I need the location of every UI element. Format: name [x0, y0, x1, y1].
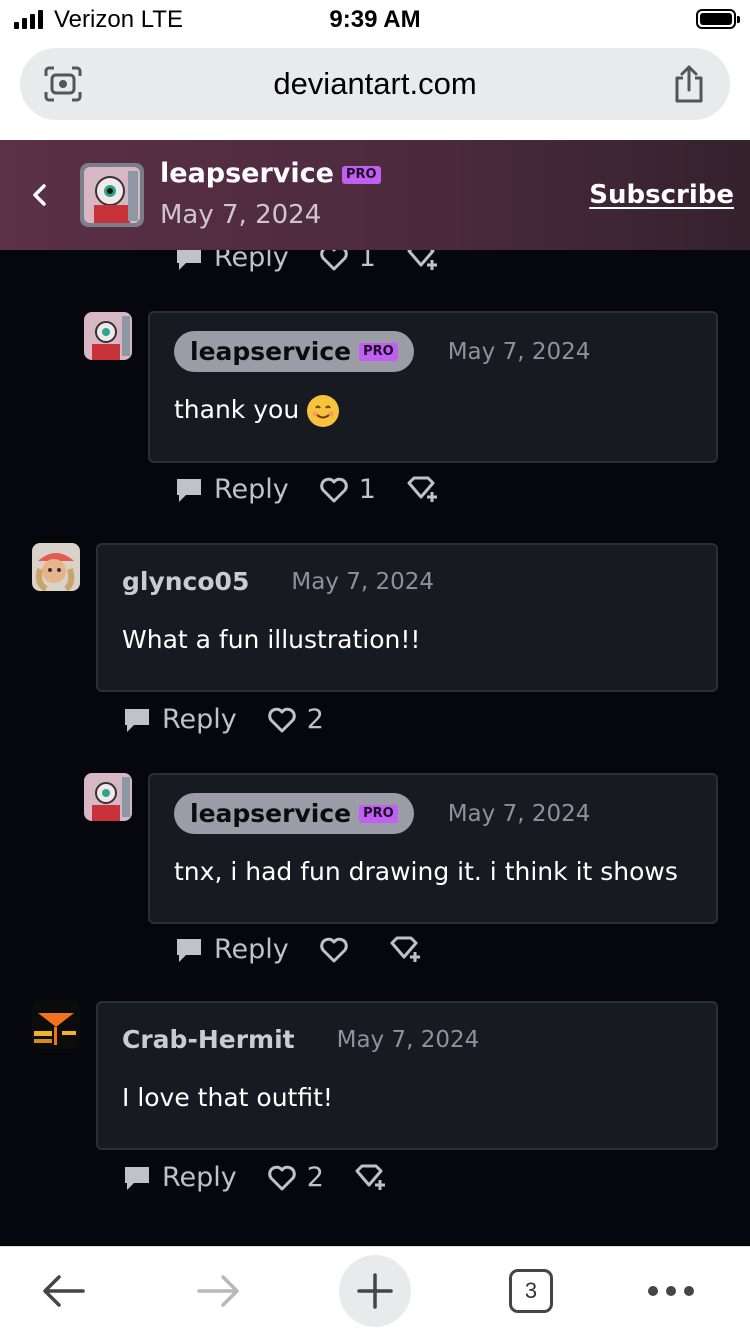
reply-label: Reply — [214, 934, 289, 965]
heart-icon — [267, 1165, 296, 1190]
author-name-row: leapservice PRO — [160, 158, 381, 189]
reply-button[interactable]: Reply — [122, 1162, 237, 1193]
reply-icon — [125, 708, 149, 732]
comment-meta: leapservice PRO May 7, 2024 — [174, 331, 590, 372]
like-count: 1 — [358, 474, 376, 505]
more-menu-button[interactable] — [640, 1247, 702, 1335]
reply-label: Reply — [214, 474, 289, 505]
glynco05-avatar-image — [32, 543, 80, 591]
reply-button[interactable]: Reply — [122, 704, 237, 735]
reply-button[interactable]: Reply — [174, 934, 289, 965]
badge-add-icon — [407, 476, 437, 502]
comment-card: leapservice PRO May 7, 2024 tnx, i had fu… — [148, 773, 718, 924]
award-button[interactable] — [354, 1163, 388, 1193]
like-count: 2 — [306, 1162, 324, 1193]
back-chevron-icon[interactable] — [28, 180, 52, 210]
arrow-right-icon — [197, 1275, 239, 1307]
comment-text: I love that outfit! — [122, 1083, 333, 1112]
subscribe-button[interactable]: Subscribe — [589, 180, 734, 210]
reply-icon — [177, 938, 201, 962]
comment-text: What a fun illustration!! — [122, 625, 421, 654]
back-button[interactable] — [30, 1247, 96, 1335]
comment-text-row: thank you — [174, 395, 340, 427]
browser-toolbar: 3 — [0, 1246, 750, 1335]
comment-username[interactable]: Crab-Hermit — [122, 1025, 295, 1054]
comment-author[interactable]: leapservice PRO — [174, 793, 414, 834]
like-button[interactable]: 1 — [319, 474, 376, 505]
leapservice-avatar-image — [84, 312, 132, 360]
more-dots-icon — [648, 1286, 694, 1296]
like-button[interactable]: 2 — [267, 1162, 324, 1193]
comment-actions: Reply — [174, 934, 453, 965]
reply-button[interactable]: Reply — [174, 474, 289, 505]
comment-date: May 7, 2024 — [291, 568, 434, 595]
author-username[interactable]: leapservice — [160, 158, 334, 189]
comment-card: leapservice PRO May 7, 2024 thank you — [148, 311, 718, 463]
reply-label: Reply — [162, 704, 237, 735]
like-count: 2 — [306, 704, 324, 735]
comment-username[interactable]: glynco05 — [122, 567, 249, 596]
share-icon[interactable] — [672, 64, 706, 104]
pro-badge: PRO — [359, 804, 398, 823]
reply-icon — [125, 1166, 149, 1190]
comment-text: thank you — [174, 395, 300, 424]
reply-label: Reply — [162, 1162, 237, 1193]
forward-button[interactable] — [186, 1247, 252, 1335]
heart-icon — [319, 937, 348, 962]
comment-actions: Reply 2 — [122, 1162, 418, 1193]
deviation-header: leapservice PRO May 7, 2024 Subscribe — [0, 140, 750, 250]
author-avatar[interactable] — [80, 163, 144, 227]
tabs-button[interactable]: 3 — [506, 1247, 556, 1335]
avatar[interactable] — [84, 773, 132, 821]
comment-card: Crab-Hermit May 7, 2024 I love that outf… — [96, 1001, 718, 1150]
avatar[interactable] — [32, 1001, 80, 1049]
comment-username: leapservice — [190, 799, 352, 828]
deviation-date: May 7, 2024 — [160, 200, 322, 230]
like-button[interactable] — [319, 936, 359, 964]
comment-author[interactable]: leapservice PRO — [174, 331, 414, 372]
tab-count: 3 — [509, 1269, 553, 1313]
comment-date: May 7, 2024 — [447, 338, 591, 365]
comment-username: leapservice — [190, 337, 352, 366]
comment-date: May 7, 2024 — [447, 800, 591, 827]
like-button[interactable]: 2 — [267, 704, 324, 735]
heart-icon — [267, 707, 296, 732]
comment-card: glynco05 May 7, 2024 What a fun illustra… — [96, 543, 718, 692]
crab-hermit-avatar-image — [32, 1001, 80, 1049]
battery-icon — [696, 9, 740, 29]
plus-icon — [339, 1255, 411, 1327]
status-bar: Verizon LTE 9:39 AM — [0, 0, 750, 40]
url-text[interactable]: deviantart.com — [20, 66, 730, 102]
comment-meta: leapservice PRO May 7, 2024 — [174, 793, 590, 834]
arrow-left-icon — [43, 1275, 85, 1307]
award-button[interactable] — [389, 935, 423, 965]
smiling-emoji-icon — [307, 395, 340, 427]
badge-add-icon — [355, 1164, 385, 1190]
address-bar[interactable]: deviantart.com — [20, 48, 730, 120]
comment-date: May 7, 2024 — [336, 1026, 480, 1053]
comment-actions: Reply 2 — [122, 704, 354, 735]
leapservice-avatar-image — [84, 773, 132, 821]
new-tab-button[interactable] — [339, 1247, 411, 1335]
pro-badge: PRO — [341, 165, 381, 184]
award-button[interactable] — [406, 475, 440, 505]
comment-meta: glynco05 May 7, 2024 — [122, 567, 434, 596]
badge-add-icon — [390, 936, 420, 962]
comment-meta: Crab-Hermit May 7, 2024 — [122, 1025, 479, 1054]
comment-actions: Reply 1 — [174, 474, 470, 505]
avatar[interactable] — [84, 312, 132, 360]
avatar[interactable] — [32, 543, 80, 591]
heart-icon — [319, 477, 348, 502]
reply-icon — [177, 478, 201, 502]
clock: 9:39 AM — [329, 6, 421, 33]
pro-badge: PRO — [359, 342, 398, 361]
comment-text: tnx, i had fun drawing it. i think it sh… — [174, 857, 678, 886]
browser-address-area: deviantart.com — [0, 40, 750, 140]
